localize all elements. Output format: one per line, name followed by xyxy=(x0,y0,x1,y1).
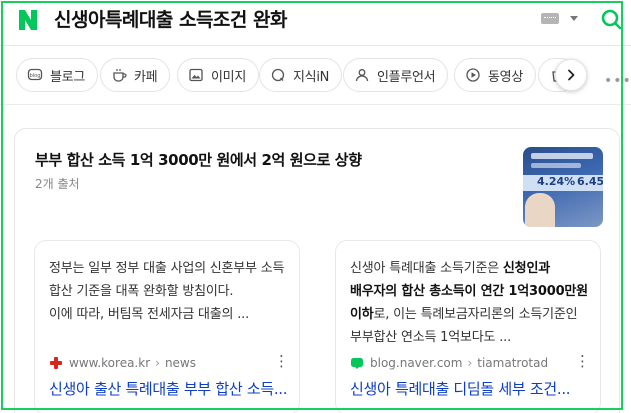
tab-label: 이미지 xyxy=(211,69,246,85)
tab-label: 카페 xyxy=(134,69,158,85)
breadcrumb-separator: › xyxy=(467,356,473,370)
tab-label: 인플루언서 xyxy=(377,69,436,85)
result-link[interactable]: 신생아 출산 특례대출 부부 합산 소득... xyxy=(49,378,297,399)
search-icon[interactable] xyxy=(600,8,622,30)
more-vertical-icon[interactable]: ⋮ xyxy=(274,353,289,369)
tab-influencer[interactable]: 인플루언서 xyxy=(343,58,449,92)
naver-blog-icon xyxy=(351,358,363,369)
tab-label: 지식iN xyxy=(293,69,330,85)
divider xyxy=(0,104,631,105)
thumbnail-rate-2: 6.45 xyxy=(577,175,603,188)
search-bar: 신생아특례대출 소득조건 완화 xyxy=(0,0,631,46)
snippet-text: 정부는 일부 정부 대출 사업의 신혼부부 소득 합산 기준을 대폭 완화할 방… xyxy=(49,261,285,322)
chevron-right-icon xyxy=(568,69,575,81)
korea-gov-icon xyxy=(50,357,62,369)
thumbnail-person xyxy=(525,193,555,227)
snippet-post: 로, 이는 특례보금자리론의 소득기준인 부부합산 연소득 1억보다도 ... xyxy=(350,307,578,345)
tab-knowledge[interactable]: 지식iN xyxy=(259,58,343,92)
chevron-down-icon[interactable] xyxy=(570,16,578,21)
breadcrumb-separator: › xyxy=(155,356,160,370)
snippet-pre: 신생아 특례대출 소득기준은 xyxy=(350,261,503,276)
image-icon xyxy=(189,68,203,82)
tab-cafe[interactable]: 카페 xyxy=(100,58,171,92)
keyboard-icon[interactable] xyxy=(541,13,559,24)
more-options-icon[interactable]: ••• xyxy=(604,73,631,89)
influencer-icon xyxy=(355,69,369,82)
vertical-tabs: blog 블로그 카페 이미지 지식iN 인플루언서 동영상 ••• xyxy=(0,56,631,94)
thumbnail-rate-1: 4.24% xyxy=(537,175,576,188)
tab-video[interactable]: 동영상 xyxy=(454,58,536,92)
answer-card: 부부 합산 소득 1억 3000만 원에서 2억 원으로 상향 2개 출처 4.… xyxy=(14,128,620,413)
cafe-icon xyxy=(113,69,127,82)
tab-image[interactable]: 이미지 xyxy=(177,58,259,92)
source-line[interactable]: www.korea.kr › news xyxy=(49,355,289,371)
scroll-right-button[interactable] xyxy=(555,59,587,91)
source-line[interactable]: blog.naver.com › tiamatrotad xyxy=(350,355,590,371)
tab-blog[interactable]: blog 블로그 xyxy=(16,58,98,92)
sources-count[interactable]: 2개 출처 xyxy=(35,175,80,192)
news-thumbnail[interactable]: 4.24% 6.45 xyxy=(523,147,603,227)
tab-label: 동영상 xyxy=(488,69,523,85)
source-path: news xyxy=(164,356,196,370)
video-icon xyxy=(466,68,480,82)
thumbnail-banner-text xyxy=(531,163,581,168)
source-card-korea[interactable]: 정부는 일부 정부 대출 사업의 신혼부부 소득 합산 기준을 대폭 완화할 방… xyxy=(34,240,300,413)
search-input[interactable]: 신생아특례대출 소득조건 완화 xyxy=(54,8,287,32)
result-link[interactable]: 신생아 특례대출 디딤돌 세부 조건... xyxy=(350,378,598,399)
thumbnail-banner-text xyxy=(531,153,593,159)
source-domain: blog.naver.com xyxy=(370,356,463,370)
tab-label: 블로그 xyxy=(50,69,85,85)
source-domain: www.korea.kr xyxy=(69,356,151,370)
source-path: tiamatrotad xyxy=(477,356,549,370)
snippet-text: 신생아 특례대출 소득기준은 신청인과 배우자의 합산 총소득이 연간 1억30… xyxy=(350,257,590,349)
more-vertical-icon[interactable]: ⋮ xyxy=(575,353,590,369)
blog-icon: blog xyxy=(27,68,43,81)
knowledge-icon xyxy=(271,68,285,82)
naver-logo[interactable] xyxy=(16,8,40,32)
card-title: 부부 합산 소득 1억 3000만 원에서 2억 원으로 상향 xyxy=(35,151,362,169)
svg-text:blog: blog xyxy=(30,73,41,79)
source-card-blog[interactable]: 신생아 특례대출 소득기준은 신청인과 배우자의 합산 총소득이 연간 1억30… xyxy=(335,240,601,413)
